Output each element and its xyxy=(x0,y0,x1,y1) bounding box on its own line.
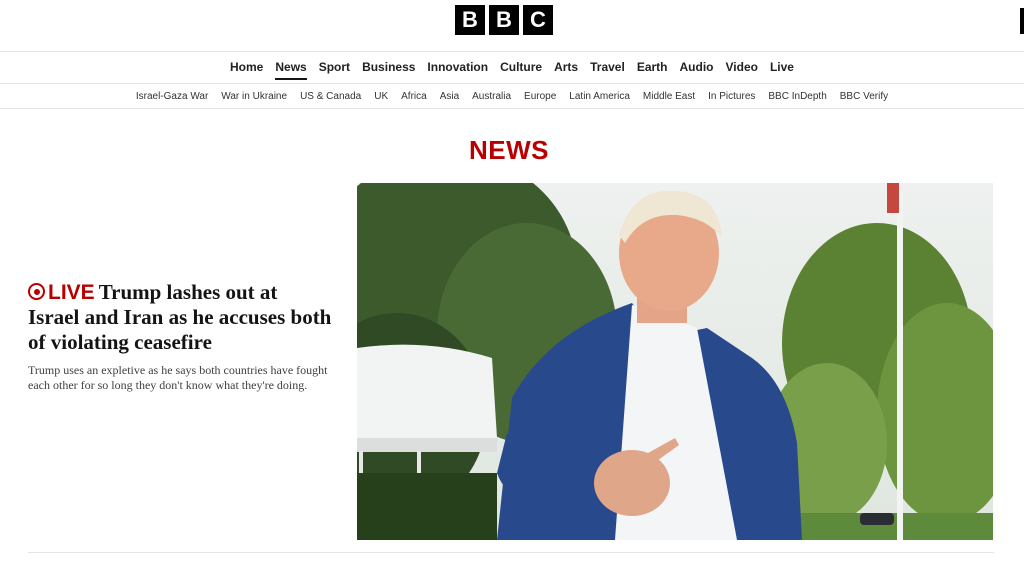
logo-letter: B xyxy=(455,5,485,35)
lead-image[interactable] xyxy=(357,183,993,540)
nav-item-business[interactable]: Business xyxy=(362,52,415,83)
nav-item-home[interactable]: Home xyxy=(230,52,263,83)
logo-letter: C xyxy=(523,5,553,35)
logo-letter: B xyxy=(489,5,519,35)
nav-item-news[interactable]: News xyxy=(275,52,308,83)
subnav-item-bbc-verify[interactable]: BBC Verify xyxy=(840,91,888,102)
primary-nav: Home News Sport Business Innovation Cult… xyxy=(0,52,1024,84)
nav-item-arts[interactable]: Arts xyxy=(554,52,578,83)
page-title: NEWS xyxy=(469,135,549,166)
nav-item-earth[interactable]: Earth xyxy=(637,52,668,83)
lead-headline[interactable]: LIVE Trump lashes out at Israel and Iran … xyxy=(28,280,333,355)
subnav-item-australia[interactable]: Australia xyxy=(472,91,511,102)
nav-item-live[interactable]: Live xyxy=(770,52,794,83)
nav-item-innovation[interactable]: Innovation xyxy=(427,52,488,83)
subnav-item-war-in-ukraine[interactable]: War in Ukraine xyxy=(221,91,287,102)
nav-item-travel[interactable]: Travel xyxy=(590,52,625,83)
subnav-item-africa[interactable]: Africa xyxy=(401,91,427,102)
live-indicator-icon xyxy=(28,283,45,300)
subnav-item-middle-east[interactable]: Middle East xyxy=(643,91,695,102)
subnav-item-bbc-indepth[interactable]: BBC InDepth xyxy=(768,91,826,102)
masthead: B B C xyxy=(0,0,1024,52)
lead-summary: Trump uses an expletive as he says both … xyxy=(28,363,328,392)
nav-item-video[interactable]: Video xyxy=(726,52,758,83)
live-badge: LIVE xyxy=(48,281,95,304)
nav-item-sport[interactable]: Sport xyxy=(319,52,350,83)
subnav-item-latin-america[interactable]: Latin America xyxy=(569,91,630,102)
news-subnav: Israel-Gaza War War in Ukraine US & Cana… xyxy=(0,84,1024,109)
news-photo-icon xyxy=(357,183,993,540)
lead-story[interactable]: LIVE Trump lashes out at Israel and Iran … xyxy=(28,280,333,404)
subnav-item-europe[interactable]: Europe xyxy=(524,91,556,102)
divider xyxy=(28,552,994,553)
nav-item-audio[interactable]: Audio xyxy=(680,52,714,83)
subnav-item-in-pictures[interactable]: In Pictures xyxy=(708,91,755,102)
bbc-logo[interactable]: B B C xyxy=(455,5,553,35)
edge-fragment xyxy=(1020,8,1024,34)
subnav-item-us-canada[interactable]: US & Canada xyxy=(300,91,361,102)
nav-item-culture[interactable]: Culture xyxy=(500,52,542,83)
subnav-item-israel-gaza-war[interactable]: Israel-Gaza War xyxy=(136,91,208,102)
subnav-item-asia[interactable]: Asia xyxy=(440,91,459,102)
subnav-item-uk[interactable]: UK xyxy=(374,91,388,102)
